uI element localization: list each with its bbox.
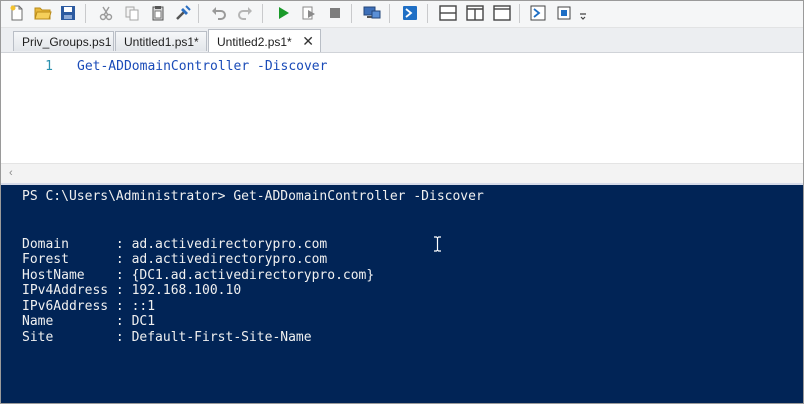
run-icon[interactable] [273, 3, 293, 23]
show-command-icon[interactable] [529, 3, 549, 23]
tab-label: Priv_Groups.ps1 [22, 35, 112, 49]
close-icon[interactable]: ✕ [302, 34, 314, 48]
open-folder-icon[interactable] [33, 3, 53, 23]
tab-untitled2[interactable]: Untitled2.ps1* ✕ [208, 29, 321, 52]
line-number: 1 [45, 59, 53, 74]
console-output-line: IPv4Address : 192.168.100.10 [22, 283, 242, 298]
toolbar-separator [519, 4, 520, 23]
run-selection-icon[interactable] [299, 3, 319, 23]
remote-powershell-icon[interactable] [362, 3, 382, 23]
copy-icon[interactable] [122, 3, 142, 23]
cut-icon[interactable] [96, 3, 116, 23]
new-file-icon[interactable] [7, 3, 27, 23]
toolbar-separator [198, 4, 199, 23]
toolbar-separator [427, 4, 428, 23]
chevron-left-icon[interactable]: ‹ [9, 167, 13, 179]
console-output-line: HostName : {DC1.ad.activedirectorypro.co… [22, 268, 375, 283]
tab-label: Untitled2.ps1* [217, 35, 292, 49]
script-editor[interactable]: 1 Get-ADDomainController -Discover [1, 53, 803, 163]
overflow-icon[interactable] [577, 3, 589, 23]
paste-icon[interactable] [148, 3, 168, 23]
tab-priv-groups[interactable]: Priv_Groups.ps1 [13, 31, 114, 51]
script-tabs: Priv_Groups.ps1 Untitled1.ps1* Untitled2… [1, 28, 803, 53]
show-addon-icon[interactable] [554, 3, 574, 23]
toolbar [1, 1, 803, 28]
undo-icon[interactable] [209, 3, 229, 23]
powershell-console-icon[interactable] [400, 3, 420, 23]
toolbar-separator [351, 4, 352, 23]
console-prompt: PS C:\Users\Administrator> Get-ADDomainC… [22, 189, 484, 204]
editor-horizontal-scrollbar[interactable]: ‹ [1, 163, 803, 184]
layout-max-icon[interactable] [492, 3, 512, 23]
console-output-line: Site : Default-First-Site-Name [22, 330, 312, 345]
toolbar-separator [85, 4, 86, 23]
console-output-line: Forest : ad.activedirectorypro.com [22, 252, 328, 267]
console-output-line: Name : DC1 [22, 314, 156, 329]
tab-untitled1[interactable]: Untitled1.ps1* [115, 31, 207, 51]
ibeam-cursor-icon [433, 236, 442, 257]
layout-right-icon[interactable] [465, 3, 485, 23]
powershell-ise-window: Priv_Groups.ps1 Untitled1.ps1* Untitled2… [0, 0, 804, 404]
save-icon[interactable] [58, 3, 78, 23]
clear-icon[interactable] [173, 3, 193, 23]
code-line[interactable]: Get-ADDomainController -Discover [77, 59, 327, 74]
toolbar-separator [389, 4, 390, 23]
tab-label: Untitled1.ps1* [124, 35, 199, 49]
toolbar-separator [262, 4, 263, 23]
console-pane[interactable]: PS C:\Users\Administrator> Get-ADDomainC… [1, 185, 803, 403]
layout-top-icon[interactable] [438, 3, 458, 23]
redo-icon[interactable] [235, 3, 255, 23]
console-output-line: Domain : ad.activedirectorypro.com [22, 237, 328, 252]
stop-icon[interactable] [325, 3, 345, 23]
console-output-line: IPv6Address : ::1 [22, 299, 156, 314]
